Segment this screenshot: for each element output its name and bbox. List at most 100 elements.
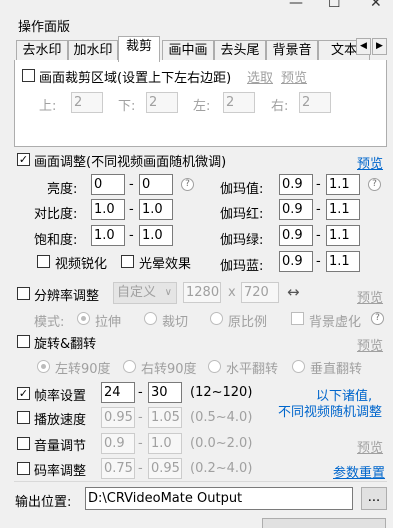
bg-blur-checkbox[interactable]	[291, 312, 304, 325]
minimize-icon[interactable]: —	[289, 0, 303, 11]
gamma-green-label: 伽玛绿:	[220, 233, 264, 248]
range-dash: -	[129, 228, 134, 243]
crop-left-label: 左:	[193, 99, 211, 114]
random-note-line2: 不同视频随机调整	[278, 405, 383, 420]
resolution-checkbox[interactable]	[17, 287, 30, 300]
resolution-preset-value: 自定义	[117, 285, 157, 300]
mode-stretch-label: 拉伸	[95, 315, 122, 330]
tab-trim-head-tail[interactable]: 去头尾	[214, 40, 266, 61]
framerate-max-input[interactable]: 30	[148, 382, 182, 403]
bitrate-min-input[interactable]: 0.75	[101, 458, 135, 479]
bg-blur-help-icon[interactable]: ?	[371, 312, 384, 325]
brightness-max-input[interactable]: 0	[139, 174, 173, 195]
swap-dimensions-icon[interactable]: ↔	[287, 283, 300, 301]
framerate-checkbox[interactable]: ✓	[17, 387, 30, 400]
resolution-height-input[interactable]: 720	[241, 282, 279, 303]
crop-right-input[interactable]: 2	[299, 92, 331, 113]
range-dash: -	[138, 461, 143, 476]
mode-keep-ratio-radio[interactable]	[210, 312, 223, 325]
tab-scroll-right-icon[interactable]: ▶	[372, 38, 387, 55]
rotate-left90-radio[interactable]	[37, 360, 50, 373]
tab-remove-watermark[interactable]: 去水印	[16, 40, 68, 61]
saturation-label: 饱和度:	[34, 233, 78, 248]
rotate-right90-radio[interactable]	[123, 360, 136, 373]
crop-bottom-input[interactable]: 2	[146, 92, 178, 113]
tab-picture-in-picture[interactable]: 画中画	[162, 40, 214, 61]
saturation-max-input[interactable]: 1.0	[139, 225, 173, 246]
vflip-radio[interactable]	[292, 360, 305, 373]
crop-select-link[interactable]: 选取	[247, 67, 273, 86]
speed-max-input[interactable]: 1.05	[148, 407, 182, 428]
crop-checkbox-label: 画面裁剪区域(设置上下左右边距)	[39, 71, 232, 86]
resolution-width-input[interactable]: 1280	[183, 282, 221, 303]
gamma-green-max-input[interactable]: 1.1	[326, 225, 360, 246]
gamma-red-max-input[interactable]: 1.1	[326, 199, 360, 220]
resolution-preset-select[interactable]: 自定义 ∨	[113, 282, 177, 304]
rotate-right90-label: 右转90度	[141, 362, 197, 377]
volume-checkbox[interactable]	[17, 437, 30, 450]
tab-crop[interactable]: 裁剪	[118, 36, 160, 62]
gamma-max-input[interactable]: 1.1	[326, 174, 360, 195]
gamma-min-input[interactable]: 0.9	[279, 174, 313, 195]
crop-top-label: 上:	[39, 99, 57, 114]
output-location-label: 输出位置:	[15, 495, 72, 510]
adjust-checkbox[interactable]: ✓	[17, 153, 30, 166]
crop-top-input[interactable]: 2	[71, 92, 103, 113]
restore-icon[interactable]: ☐	[328, 0, 341, 11]
speed-checkbox[interactable]	[17, 411, 30, 424]
speed-range-hint: (0.5~4.0)	[190, 410, 253, 425]
hflip-radio[interactable]	[208, 360, 221, 373]
bitrate-max-input[interactable]: 0.95	[148, 458, 182, 479]
sharpen-label: 视频锐化	[55, 257, 108, 272]
framerate-min-input[interactable]: 24	[101, 382, 135, 403]
gamma-blue-max-input[interactable]: 1.1	[326, 251, 360, 272]
rotate-checkbox[interactable]	[17, 335, 30, 348]
speed-min-input[interactable]: 0.95	[101, 407, 135, 428]
volume-min-input[interactable]: 0.9	[101, 433, 135, 454]
contrast-max-input[interactable]: 1.0	[139, 199, 173, 220]
gamma-green-min-input[interactable]: 0.9	[279, 225, 313, 246]
tab-background-audio[interactable]: 背景音	[266, 40, 318, 61]
brightness-help-icon[interactable]: ?	[181, 178, 194, 191]
gamma-blue-min-input[interactable]: 0.9	[279, 251, 313, 272]
framerate-checkbox-label: 帧率设置	[34, 389, 87, 404]
rotate-checkbox-label: 旋转&翻转	[34, 337, 97, 352]
range-dash: -	[138, 410, 143, 425]
crop-left-input[interactable]: 2	[223, 92, 255, 113]
volume-max-input[interactable]: 1.0	[148, 433, 182, 454]
mode-keep-ratio-label: 原比例	[228, 315, 268, 330]
resolution-preview-link[interactable]: 预览	[357, 287, 383, 306]
rotate-preview-link[interactable]: 预览	[357, 335, 383, 354]
browse-output-button[interactable]: ...	[361, 487, 387, 510]
saturation-min-input[interactable]: 1.0	[91, 225, 125, 246]
adjust-preview-link[interactable]: 预览	[357, 153, 383, 172]
range-dash: -	[129, 202, 134, 217]
gamma-red-min-input[interactable]: 0.9	[279, 199, 313, 220]
crop-preview-link[interactable]: 预览	[281, 67, 307, 86]
params-reset-link[interactable]: 参数重置	[333, 462, 385, 481]
operation-panel-title: 操作面版	[18, 20, 71, 35]
tab-add-watermark[interactable]: 加水印	[68, 40, 118, 61]
bg-blur-label: 背景虚化	[309, 315, 362, 330]
brightness-min-input[interactable]: 0	[91, 174, 125, 195]
contrast-min-input[interactable]: 1.0	[91, 199, 125, 220]
glow-checkbox[interactable]	[121, 255, 134, 268]
crop-checkbox[interactable]	[22, 69, 35, 82]
crop-bottom-label: 下:	[118, 99, 136, 114]
sharpen-checkbox[interactable]	[37, 255, 50, 268]
bitrate-checkbox[interactable]	[17, 462, 30, 475]
range-dash: -	[316, 202, 321, 217]
volume-range-hint: (0.0~2.0)	[190, 436, 253, 451]
volume-preview-link[interactable]: 预览	[357, 437, 383, 456]
bottom-action-button[interactable]	[262, 518, 386, 528]
tab-scroll-left-icon[interactable]: ◀	[356, 38, 371, 55]
framerate-range-hint: (12~120)	[190, 385, 253, 400]
mode-stretch-radio[interactable]	[77, 312, 90, 325]
output-path-input[interactable]: D:\CRVideoMate Output	[85, 487, 353, 510]
chevron-down-icon: ∨	[164, 287, 172, 298]
close-icon[interactable]: ✕	[370, 0, 382, 11]
range-dash: -	[129, 177, 134, 192]
gamma-red-label: 伽玛红:	[220, 207, 264, 222]
mode-crop-radio[interactable]	[144, 312, 157, 325]
gamma-help-icon[interactable]: ?	[368, 178, 381, 191]
